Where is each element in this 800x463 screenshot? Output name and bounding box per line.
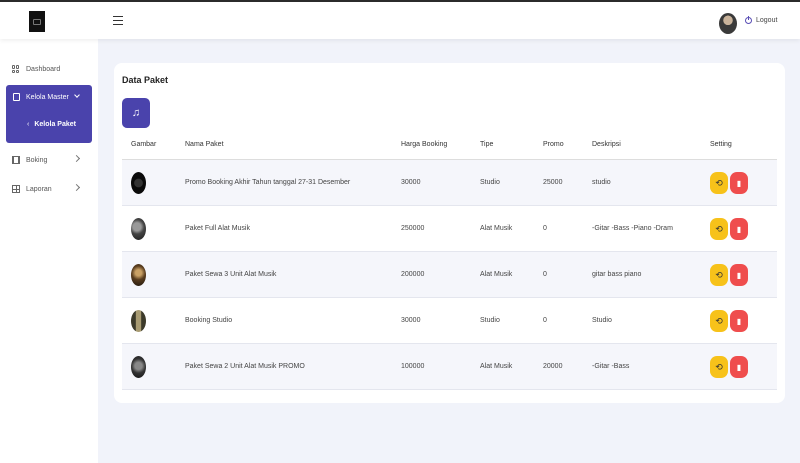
page-title: Data Paket bbox=[122, 75, 169, 85]
trash-icon: ▮ bbox=[736, 316, 742, 326]
cell-tipe: Alat Musik bbox=[480, 363, 513, 370]
table-row: Booking Studio 30000 Studio 0 Studio ⟲ ▮ bbox=[122, 298, 777, 344]
table-row: Promo Booking Akhir Tahun tanggal 27-31 … bbox=[122, 160, 777, 206]
column-header: Promo bbox=[543, 141, 564, 148]
sidebar-item-kelola-master[interactable]: Kelola Master Kelola Paket bbox=[6, 85, 92, 143]
cell-deskripsi: -Gitar -Bass bbox=[592, 363, 630, 370]
delete-button[interactable]: ▮ bbox=[730, 356, 748, 378]
column-header: Setting bbox=[710, 141, 732, 148]
edit-button[interactable]: ⟲ bbox=[710, 356, 728, 378]
trash-icon: ▮ bbox=[736, 362, 742, 372]
cell-nama: Promo Booking Akhir Tahun tanggal 27-31 … bbox=[185, 179, 351, 186]
cell-deskripsi: gitar bass piano bbox=[592, 271, 642, 278]
column-header: Gambar bbox=[131, 141, 157, 148]
music-note-icon: ♫ bbox=[131, 107, 141, 119]
sidebar-item-label: Kelola Master bbox=[26, 93, 69, 101]
edit-button[interactable]: ⟲ bbox=[710, 218, 728, 240]
table-row: Paket Sewa 3 Unit Alat Musik 200000 Alat… bbox=[122, 252, 777, 298]
edit-button[interactable]: ⟲ bbox=[710, 310, 728, 332]
paket-thumbnail bbox=[131, 356, 146, 378]
table-icon bbox=[12, 185, 20, 193]
trash-icon: ▮ bbox=[736, 224, 742, 234]
refresh-icon: ⟲ bbox=[715, 269, 723, 280]
data-paket-card: Data Paket ♫ Gambar Nama Paket Harga Boo… bbox=[114, 63, 785, 403]
delete-button[interactable]: ▮ bbox=[730, 218, 748, 240]
brand-logo[interactable] bbox=[29, 11, 45, 32]
cell-promo: 0 bbox=[543, 225, 547, 232]
cell-tipe: Alat Musik bbox=[480, 225, 513, 232]
columns-icon bbox=[12, 156, 20, 164]
column-header: Tipe bbox=[480, 141, 494, 148]
chevron-right-icon bbox=[72, 154, 81, 163]
sidebar-item-label: Laporan bbox=[26, 185, 52, 193]
trash-icon: ▮ bbox=[736, 270, 742, 280]
cell-deskripsi: studio bbox=[592, 179, 611, 186]
cell-tipe: Alat Musik bbox=[480, 271, 513, 278]
table-row: Paket Full Alat Musik 250000 Alat Musik … bbox=[122, 206, 777, 252]
cell-deskripsi: Studio bbox=[592, 317, 612, 324]
trash-icon: ▮ bbox=[736, 178, 742, 188]
sidebar-item-dashboard[interactable]: Dashboard bbox=[0, 59, 98, 79]
cell-nama: Paket Sewa 3 Unit Alat Musik bbox=[185, 271, 277, 278]
sidebar-item-boking[interactable]: Boking bbox=[0, 150, 98, 170]
cell-harga: 100000 bbox=[401, 363, 425, 370]
sidebar-item-label: Dashboard bbox=[26, 65, 61, 73]
edit-button[interactable]: ⟲ bbox=[710, 264, 728, 286]
delete-button[interactable]: ▮ bbox=[730, 264, 748, 286]
cell-tipe: Studio bbox=[480, 317, 500, 324]
cell-promo: 25000 bbox=[543, 179, 563, 186]
sidebar-item-laporan[interactable]: Laporan bbox=[0, 179, 98, 199]
sidebar-subitem-kelola-paket[interactable]: Kelola Paket bbox=[27, 121, 76, 128]
delete-button[interactable]: ▮ bbox=[730, 172, 748, 194]
delete-button[interactable]: ▮ bbox=[730, 310, 748, 332]
refresh-icon: ⟲ bbox=[715, 223, 723, 234]
chevron-right-icon bbox=[72, 183, 81, 192]
column-header: Harga Booking bbox=[401, 141, 448, 148]
logout-label: Logout bbox=[756, 17, 778, 24]
top-navbar: Logout bbox=[0, 0, 800, 39]
cell-promo: 0 bbox=[543, 271, 547, 278]
column-header: Nama Paket bbox=[185, 141, 224, 148]
cell-promo: 0 bbox=[543, 317, 547, 324]
cell-harga: 30000 bbox=[401, 317, 421, 324]
cell-promo: 20000 bbox=[543, 363, 563, 370]
sidebar-item-label: Boking bbox=[26, 156, 48, 164]
table-header: Gambar Nama Paket Harga Booking Tipe Pro… bbox=[122, 135, 777, 160]
logout-button[interactable]: Logout bbox=[745, 16, 778, 24]
paket-thumbnail bbox=[131, 172, 146, 194]
user-avatar[interactable] bbox=[719, 13, 737, 34]
refresh-icon: ⟲ bbox=[715, 177, 723, 188]
edit-button[interactable]: ⟲ bbox=[710, 172, 728, 194]
menu-toggle-icon[interactable] bbox=[113, 16, 123, 25]
add-paket-button[interactable]: ♫ bbox=[122, 98, 150, 128]
cell-deskripsi: -Gitar -Bass -Piano -Dram bbox=[592, 225, 673, 232]
paket-thumbnail bbox=[131, 310, 146, 332]
power-icon bbox=[745, 16, 752, 24]
sidebar: Dashboard Kelola Master Kelola Paket Bok… bbox=[0, 39, 98, 463]
kelola-master-toggle[interactable]: Kelola Master bbox=[6, 85, 92, 109]
table-row: Paket Sewa 2 Unit Alat Musik PROMO 10000… bbox=[122, 344, 777, 390]
grid-icon bbox=[12, 65, 20, 73]
cell-harga: 30000 bbox=[401, 179, 421, 186]
column-header: Deskripsi bbox=[592, 141, 621, 148]
paket-thumbnail bbox=[131, 218, 146, 240]
cell-nama: Booking Studio bbox=[185, 317, 233, 324]
paket-thumbnail bbox=[131, 264, 146, 286]
refresh-icon: ⟲ bbox=[715, 315, 723, 326]
cell-nama: Paket Sewa 2 Unit Alat Musik PROMO bbox=[185, 363, 305, 370]
cell-tipe: Studio bbox=[480, 179, 500, 186]
cell-harga: 200000 bbox=[401, 271, 425, 278]
refresh-icon: ⟲ bbox=[715, 361, 723, 372]
cell-nama: Paket Full Alat Musik bbox=[185, 225, 250, 232]
book-icon bbox=[13, 93, 20, 101]
cell-harga: 250000 bbox=[401, 225, 425, 232]
